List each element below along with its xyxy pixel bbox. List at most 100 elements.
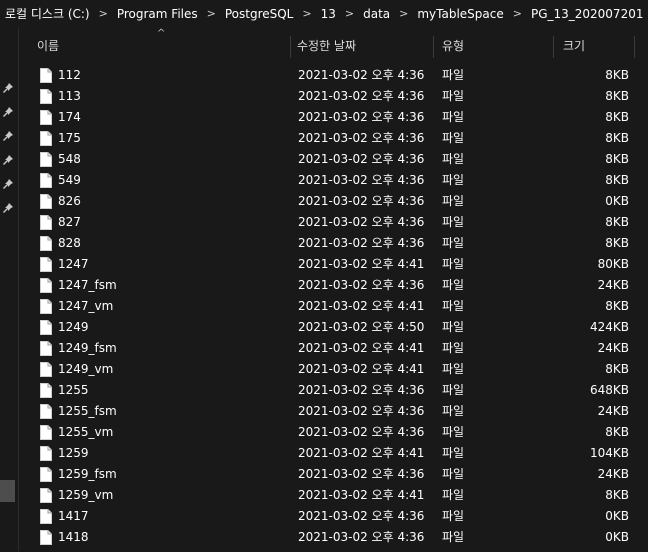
breadcrumb-item[interactable]: data (358, 7, 390, 21)
file-icon (40, 404, 52, 419)
file-type: 파일 (442, 110, 465, 124)
pin-icon[interactable] (3, 203, 13, 213)
file-row[interactable]: 1259 2021-03-02 오후 4:41 파일 104KB (19, 443, 648, 464)
breadcrumb-item[interactable]: 로컬 디스크 (C:) (0, 5, 90, 22)
file-row[interactable]: 548 2021-03-02 오후 4:36 파일 8KB (19, 149, 648, 170)
file-icon (40, 215, 52, 230)
file-row[interactable]: 1249 2021-03-02 오후 4:50 파일 424KB (19, 317, 648, 338)
chevron-right-icon[interactable]: > (390, 7, 412, 20)
file-row[interactable]: 826 2021-03-02 오후 4:36 파일 0KB (19, 191, 648, 212)
file-row[interactable]: 1255 2021-03-02 오후 4:36 파일 648KB (19, 380, 648, 401)
file-name: 1247 (58, 257, 89, 271)
file-icon (40, 89, 52, 104)
file-size: 0KB (605, 530, 629, 544)
file-icon (40, 194, 52, 209)
file-row[interactable]: 112 2021-03-02 오후 4:36 파일 8KB (19, 65, 648, 86)
file-row[interactable]: 1249_fsm 2021-03-02 오후 4:41 파일 24KB (19, 338, 648, 359)
file-name: 1247_fsm (58, 278, 117, 292)
file-icon (40, 173, 52, 188)
file-modified-date: 2021-03-02 오후 4:36 (298, 530, 425, 544)
pin-icon[interactable] (3, 179, 13, 189)
file-size: 424KB (589, 320, 629, 334)
scrollbar-thumb[interactable] (0, 480, 15, 502)
file-modified-date: 2021-03-02 오후 4:36 (298, 278, 425, 292)
file-size: 8KB (605, 131, 629, 145)
file-name: 549 (58, 173, 81, 187)
chevron-right-icon[interactable]: > (504, 7, 526, 20)
file-row[interactable]: 1249_vm 2021-03-02 오후 4:41 파일 8KB (19, 359, 648, 380)
column-divider[interactable] (634, 36, 635, 58)
chevron-right-icon[interactable]: > (336, 7, 358, 20)
file-type: 파일 (442, 341, 465, 355)
breadcrumb-item[interactable]: PostgreSQL (220, 7, 294, 21)
file-icon (40, 509, 52, 524)
file-modified-date: 2021-03-02 오후 4:36 (298, 89, 425, 103)
file-row[interactable]: 1259_vm 2021-03-02 오후 4:41 파일 8KB (19, 485, 648, 506)
column-divider[interactable] (553, 36, 554, 58)
file-type: 파일 (442, 362, 465, 376)
column-header-size[interactable]: 크기 (563, 32, 585, 60)
file-row[interactable]: 828 2021-03-02 오후 4:36 파일 8KB (19, 233, 648, 254)
pin-icon[interactable] (3, 107, 13, 117)
file-modified-date: 2021-03-02 오후 4:36 (298, 173, 425, 187)
chevron-right-icon[interactable]: > (643, 7, 648, 20)
column-divider[interactable] (290, 36, 291, 58)
file-row[interactable]: 174 2021-03-02 오후 4:36 파일 8KB (19, 107, 648, 128)
chevron-right-icon[interactable]: > (90, 7, 112, 20)
file-modified-date: 2021-03-02 오후 4:36 (298, 404, 425, 418)
file-row[interactable]: 1255_vm 2021-03-02 오후 4:36 파일 8KB (19, 422, 648, 443)
file-modified-date: 2021-03-02 오후 4:36 (298, 509, 425, 523)
file-size: 8KB (605, 68, 629, 82)
file-row[interactable]: 113 2021-03-02 오후 4:36 파일 8KB (19, 86, 648, 107)
column-divider[interactable] (433, 36, 434, 58)
file-modified-date: 2021-03-02 오후 4:36 (298, 383, 425, 397)
file-modified-date: 2021-03-02 오후 4:41 (298, 362, 425, 376)
file-row[interactable]: 827 2021-03-02 오후 4:36 파일 8KB (19, 212, 648, 233)
file-name: 1255 (58, 383, 89, 397)
breadcrumb-item[interactable]: PG_13_202007201 (526, 7, 644, 21)
file-row[interactable]: 1247 2021-03-02 오후 4:41 파일 80KB (19, 254, 648, 275)
pin-icon[interactable] (3, 131, 13, 141)
file-icon (40, 362, 52, 377)
file-size: 0KB (605, 509, 629, 523)
file-modified-date: 2021-03-02 오후 4:36 (298, 110, 425, 124)
file-icon (40, 488, 52, 503)
file-modified-date: 2021-03-02 오후 4:41 (298, 446, 425, 460)
file-modified-date: 2021-03-02 오후 4:50 (298, 320, 425, 334)
breadcrumb-item[interactable]: myTableSpace (412, 7, 503, 21)
address-bar[interactable]: 로컬 디스크 (C:) > Program Files > PostgreSQL… (0, 0, 648, 27)
column-header-date[interactable]: 수정한 날짜 (297, 32, 356, 60)
file-icon (40, 131, 52, 146)
file-row[interactable]: 549 2021-03-02 오후 4:36 파일 8KB (19, 170, 648, 191)
file-name: 113 (58, 89, 81, 103)
file-row[interactable]: 1417 2021-03-02 오후 4:36 파일 0KB (19, 506, 648, 527)
file-size: 8KB (605, 110, 629, 124)
file-row[interactable]: 175 2021-03-02 오후 4:36 파일 8KB (19, 128, 648, 149)
file-row[interactable]: 1418 2021-03-02 오후 4:36 파일 0KB (19, 527, 648, 548)
chevron-right-icon[interactable]: > (198, 7, 220, 20)
file-row[interactable]: 1255_fsm 2021-03-02 오후 4:36 파일 24KB (19, 401, 648, 422)
file-type: 파일 (442, 68, 465, 82)
file-name: 1259 (58, 446, 89, 460)
file-name: 175 (58, 131, 81, 145)
file-name: 827 (58, 215, 81, 229)
file-modified-date: 2021-03-02 오후 4:41 (298, 341, 425, 355)
file-size: 8KB (605, 89, 629, 103)
file-row[interactable]: 1259_fsm 2021-03-02 오후 4:36 파일 24KB (19, 464, 648, 485)
column-header-type[interactable]: 유형 (442, 32, 464, 60)
pin-icon[interactable] (3, 155, 13, 165)
file-modified-date: 2021-03-02 오후 4:36 (298, 425, 425, 439)
column-header-name[interactable]: 이름 (37, 32, 59, 60)
file-type: 파일 (442, 320, 465, 334)
file-type: 파일 (442, 152, 465, 166)
chevron-right-icon[interactable]: > (293, 7, 315, 20)
file-modified-date: 2021-03-02 오후 4:36 (298, 215, 425, 229)
file-row[interactable]: 1247_fsm 2021-03-02 오후 4:36 파일 24KB (19, 275, 648, 296)
file-type: 파일 (442, 425, 465, 439)
file-row[interactable]: 1247_vm 2021-03-02 오후 4:41 파일 8KB (19, 296, 648, 317)
breadcrumb-item[interactable]: 13 (316, 7, 336, 21)
breadcrumb-item[interactable]: Program Files (112, 7, 198, 21)
pin-icon[interactable] (3, 83, 13, 93)
file-size: 0KB (605, 194, 629, 208)
file-icon (40, 320, 52, 335)
